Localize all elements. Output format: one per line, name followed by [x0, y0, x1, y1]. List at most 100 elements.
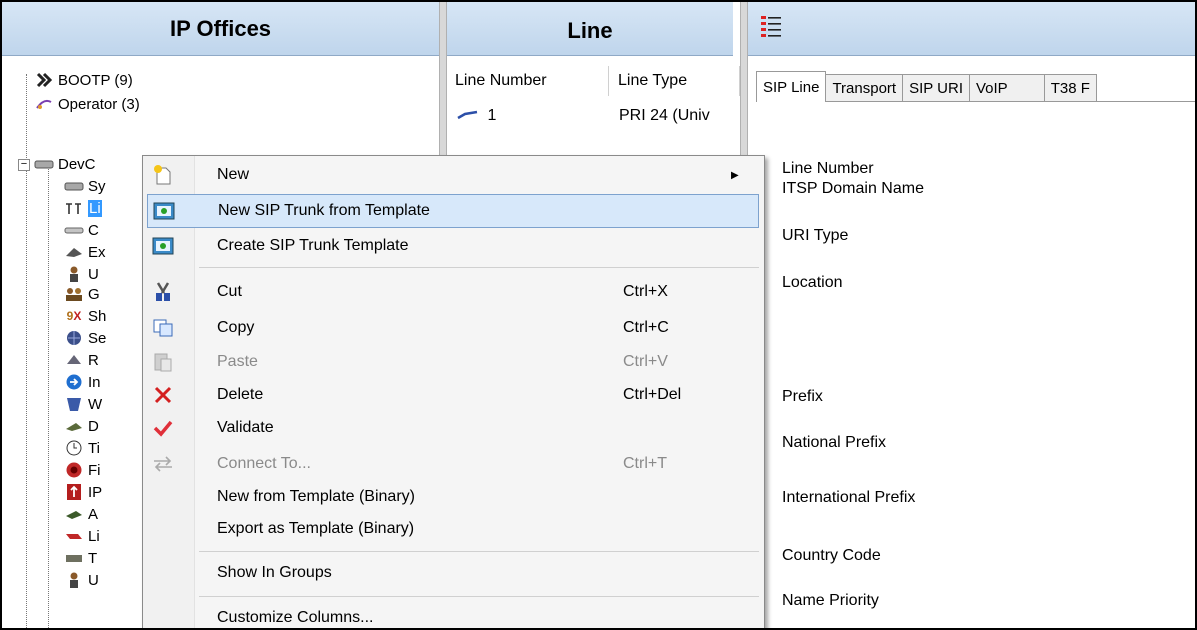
menu-separator [199, 551, 759, 552]
tree-item-user-rights[interactable]: U [64, 570, 99, 590]
tree-item-time-profile[interactable]: Ti [64, 438, 100, 458]
field-label-international-prefix: International Prefix [782, 489, 916, 506]
line-detail-panel: SIP Line Transport SIP URI VoIP T38 F Li… [748, 56, 1195, 628]
line-type-value: PRI 24 (Univ [619, 107, 710, 124]
field-label-line-number: Line Number [782, 160, 874, 177]
context-menu: New ▶ New SIP Trunk from Template Create… [142, 155, 765, 628]
field-label-prefix: Prefix [782, 388, 823, 405]
column-header-label: Line Type [618, 72, 688, 89]
tree-item-device[interactable]: DevC [34, 154, 96, 174]
menu-item-new[interactable]: New ▶ [147, 158, 759, 192]
tree-item-incoming-call-route[interactable]: In [64, 372, 101, 392]
menu-item-label: Create SIP Trunk Template [217, 237, 409, 254]
menu-item-export-as-template-binary[interactable]: Export as Template (Binary) [147, 512, 759, 546]
paste-icon [151, 350, 175, 374]
menu-item-new-sip-trunk-from-template[interactable]: New SIP Trunk from Template [147, 194, 759, 228]
tree-item-label: T [88, 549, 98, 567]
menu-item-label: Copy [217, 319, 255, 336]
bootp-icon [34, 72, 54, 88]
menu-item-new-from-template-binary[interactable]: New from Template (Binary) [147, 480, 759, 514]
tree-item-label: Li [88, 199, 102, 217]
tree-item-tunnel[interactable]: T [64, 548, 97, 568]
menu-item-delete[interactable]: Delete Ctrl+Del [147, 378, 759, 412]
menu-item-paste: Paste Ctrl+V [147, 345, 759, 379]
tab-voip[interactable]: VoIP [968, 74, 1045, 102]
tree-item-user[interactable]: U [64, 264, 99, 284]
menu-item-create-sip-trunk-template[interactable]: Create SIP Trunk Template [147, 229, 759, 263]
tree-item-ip-route[interactable]: IP [64, 482, 102, 502]
menu-item-customize-columns[interactable]: Customize Columns... [147, 601, 759, 628]
app-window: IP Offices Line BOOTP (9) Operator (3) −… [0, 0, 1197, 630]
column-header-line-number[interactable]: Line Number [447, 66, 609, 96]
tab-label: VoIP [975, 80, 1008, 97]
menu-item-validate[interactable]: Validate [147, 411, 759, 445]
tree-item-control-unit[interactable]: C [64, 220, 99, 240]
delete-icon [151, 383, 175, 407]
line-row-type[interactable]: PRI 24 (Univ [619, 107, 710, 125]
sip-template-icon [151, 234, 175, 258]
menu-separator [199, 267, 759, 268]
tree-item-system[interactable]: Sy [64, 176, 106, 196]
sip-trunk-icon [152, 199, 176, 223]
menu-item-connect-to: Connect To... Ctrl+T [147, 447, 759, 481]
tab-sip-uri[interactable]: SIP URI [902, 74, 970, 102]
tree-item-wan-port[interactable]: W [64, 394, 102, 414]
group-icon [64, 286, 84, 302]
tree-item-service[interactable]: Se [64, 328, 106, 348]
line-row-number[interactable]: 1 [457, 107, 496, 125]
connect-icon [151, 452, 175, 476]
tree-item-short-code[interactable]: 9X Sh [64, 306, 107, 326]
new-icon [151, 163, 175, 187]
tunnel-icon [64, 550, 84, 566]
tree-item-firewall-profile[interactable]: Fi [64, 460, 101, 480]
tree-item-account-code[interactable]: A [64, 504, 98, 524]
ras-icon [64, 352, 84, 368]
tab-t38-fax[interactable]: T38 F [1043, 74, 1097, 102]
tree-item-label: Ex [88, 243, 106, 261]
tab-transport[interactable]: Transport [825, 74, 904, 102]
line-icon [64, 200, 84, 216]
tree-item-label: A [88, 505, 99, 523]
wan-port-icon [64, 396, 84, 412]
tree-item-operator[interactable]: Operator (3) [34, 94, 140, 114]
tab-label: Transport [832, 80, 897, 97]
menu-item-show-in-groups[interactable]: Show In Groups [147, 556, 759, 590]
ip-offices-header: IP Offices [2, 2, 439, 56]
tab-sip-line[interactable]: SIP Line [756, 71, 827, 102]
submenu-arrow-icon: ▶ [731, 169, 739, 181]
tree-item-label: DevC [58, 155, 96, 173]
tree-item-ras[interactable]: R [64, 350, 99, 370]
tree-item-label: Sh [88, 307, 107, 325]
tree-item-directory[interactable]: D [64, 416, 99, 436]
list-icon[interactable] [760, 14, 782, 44]
tab-label: T38 F [1050, 80, 1090, 97]
account-code-icon [64, 506, 84, 522]
column-header-label: Line Number [455, 72, 547, 89]
tree-item-extension[interactable]: Ex [64, 242, 106, 262]
tree-item-label: C [88, 221, 99, 239]
menu-item-label: Delete [217, 386, 264, 403]
tree-item-label: Se [88, 329, 107, 347]
tree-item-label: W [88, 395, 103, 413]
tree-expander-minus[interactable]: − [18, 159, 30, 171]
menu-item-label: New from Template (Binary) [217, 488, 415, 505]
tree-item-label: IP [88, 483, 103, 501]
cut-icon [151, 280, 175, 304]
menu-item-copy[interactable]: Copy Ctrl+C [147, 311, 759, 345]
column-header-line-type[interactable]: Line Type [610, 66, 740, 96]
tree-item-license[interactable]: Li [64, 526, 100, 546]
tree-item-group[interactable]: G [64, 284, 100, 304]
ip-offices-title: IP Offices [169, 15, 272, 41]
incoming-call-route-icon [64, 374, 84, 390]
tree-item-label: R [88, 351, 99, 369]
ip-route-icon [64, 484, 84, 500]
menu-item-label: Cut [217, 283, 242, 300]
menu-item-cut[interactable]: Cut Ctrl+X [147, 275, 759, 309]
tree-item-line[interactable]: Li [64, 198, 102, 218]
line-icon [457, 107, 479, 125]
tree-item-label: Sy [88, 177, 106, 195]
copy-icon [151, 316, 175, 340]
field-label-itsp-domain-name: ITSP Domain Name [782, 180, 924, 197]
tree-item-bootp[interactable]: BOOTP (9) [34, 70, 133, 90]
tree-item-label: Ti [88, 439, 100, 457]
